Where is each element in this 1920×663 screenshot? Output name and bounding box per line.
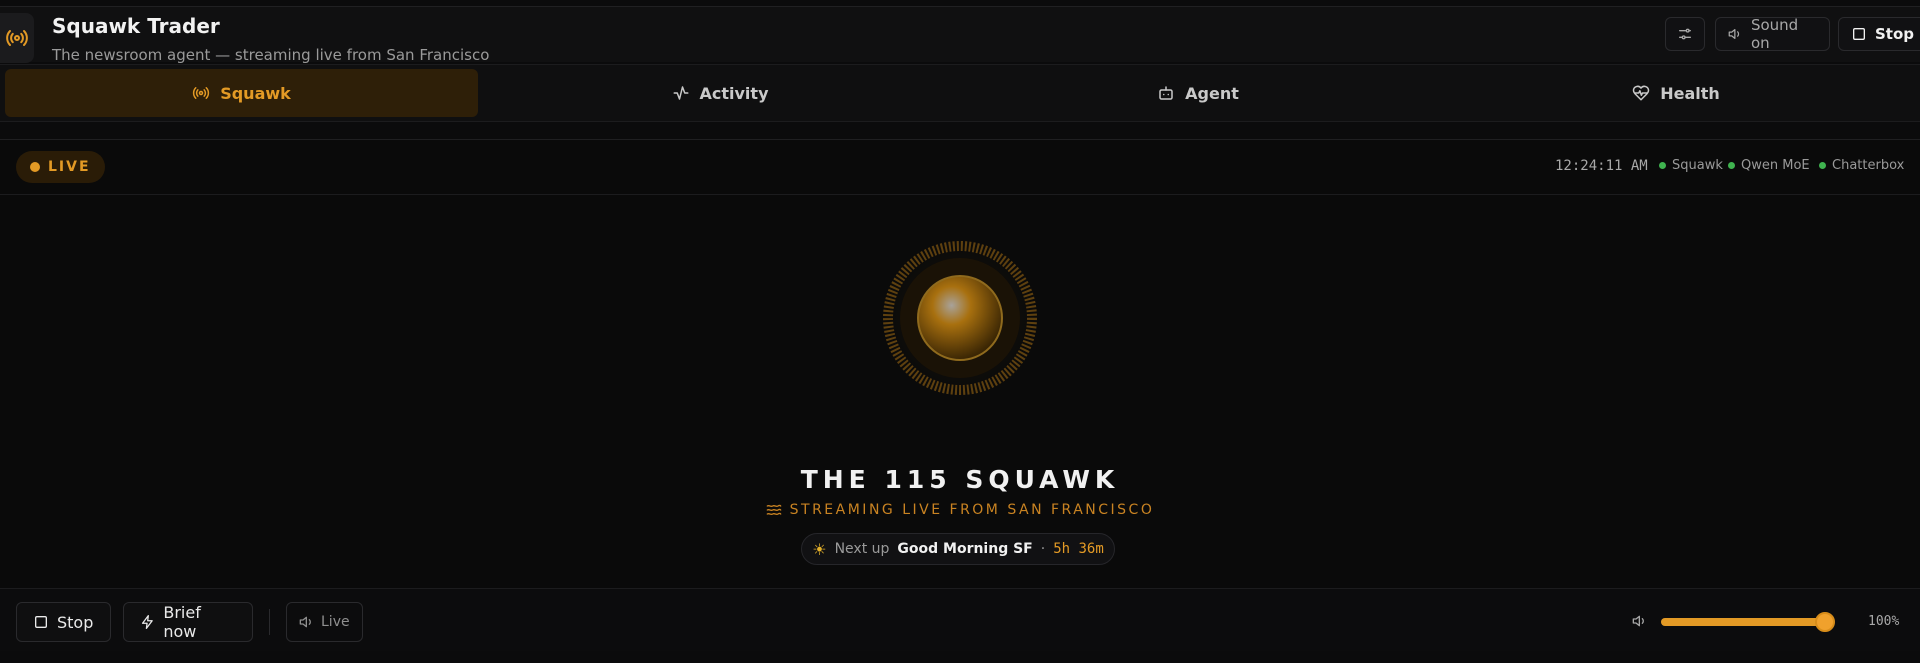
tab-label: Activity bbox=[699, 83, 769, 103]
stop-icon bbox=[1853, 28, 1865, 40]
status-dot-icon bbox=[1819, 162, 1826, 169]
station-name: THE 115 SQUAWK bbox=[800, 465, 1120, 494]
app-header: Squawk Trader The newsroom agent — strea… bbox=[0, 6, 1920, 64]
broadcast-icon bbox=[193, 87, 210, 99]
tab-health[interactable]: Health bbox=[1440, 69, 1912, 117]
sliders-icon bbox=[1679, 28, 1691, 40]
live-label: LIVE bbox=[48, 159, 91, 175]
volume-slider[interactable] bbox=[1661, 612, 1835, 632]
live-badge: LIVE bbox=[16, 151, 105, 183]
volume-percent: 100% bbox=[1868, 614, 1900, 629]
waves-icon bbox=[766, 504, 781, 516]
app-title: Squawk Trader bbox=[52, 14, 220, 38]
lightning-icon bbox=[141, 614, 153, 630]
settings-button[interactable] bbox=[1665, 17, 1705, 51]
live-toggle-button[interactable]: Live bbox=[286, 602, 363, 642]
volume-fill bbox=[1661, 618, 1825, 626]
bot-icon bbox=[1159, 86, 1173, 100]
stop-label: Stop bbox=[1875, 25, 1915, 43]
next-show-name: Good Morning SF bbox=[897, 541, 1033, 557]
activity-icon bbox=[673, 86, 688, 100]
next-show-eta: 5h 36m bbox=[1053, 541, 1104, 557]
station-tagline: STREAMING LIVE FROM SAN FRANCISCO bbox=[0, 502, 1920, 518]
next-up-badge: ☀ Next up Good Morning SF · 5h 36m bbox=[801, 533, 1115, 565]
app-subtitle: The newsroom agent — streaming live from… bbox=[52, 46, 490, 64]
live-dot-icon bbox=[30, 162, 40, 172]
speaker-icon bbox=[299, 616, 311, 628]
status-dot-icon bbox=[1728, 162, 1735, 169]
stop-button[interactable]: Stop bbox=[16, 602, 111, 642]
tab-agent[interactable]: Agent bbox=[962, 69, 1434, 117]
sun-icon: ☀ bbox=[812, 539, 827, 559]
tab-bar: Squawk Activity Agent Health bbox=[0, 64, 1920, 122]
status-bar: LIVE 12:24:11 AM Squawk Qwen MoE Chatter… bbox=[0, 140, 1920, 195]
playback-controls: Stop Brief now Live 100% bbox=[0, 588, 1920, 651]
stop-stream-button[interactable]: Stop bbox=[1838, 17, 1920, 51]
sound-toggle-button[interactable]: Sound on bbox=[1715, 16, 1830, 52]
service-status-qwen: Qwen MoE bbox=[1728, 158, 1810, 173]
volume-icon bbox=[1632, 613, 1648, 633]
divider bbox=[269, 609, 270, 635]
audio-orb bbox=[870, 228, 1050, 408]
service-status-chatterbox: Chatterbox bbox=[1819, 158, 1904, 173]
brief-now-button[interactable]: Brief now bbox=[123, 602, 253, 642]
sound-label: Sound on bbox=[1750, 16, 1799, 52]
stop-icon bbox=[35, 616, 47, 628]
tab-label: Agent bbox=[1185, 83, 1239, 103]
volume-thumb[interactable] bbox=[1815, 612, 1835, 632]
status-dot-icon bbox=[1659, 162, 1666, 169]
clock: 12:24:11 AM bbox=[1555, 158, 1648, 174]
tab-label: Squawk bbox=[220, 83, 291, 103]
tab-squawk[interactable]: Squawk bbox=[5, 69, 478, 117]
broadcast-icon bbox=[0, 13, 34, 63]
heart-pulse-icon bbox=[1632, 85, 1650, 101]
speaker-icon bbox=[1728, 29, 1740, 39]
service-status-squawk: Squawk bbox=[1659, 158, 1723, 173]
tab-label: Health bbox=[1660, 83, 1720, 103]
tab-activity[interactable]: Activity bbox=[484, 69, 956, 117]
